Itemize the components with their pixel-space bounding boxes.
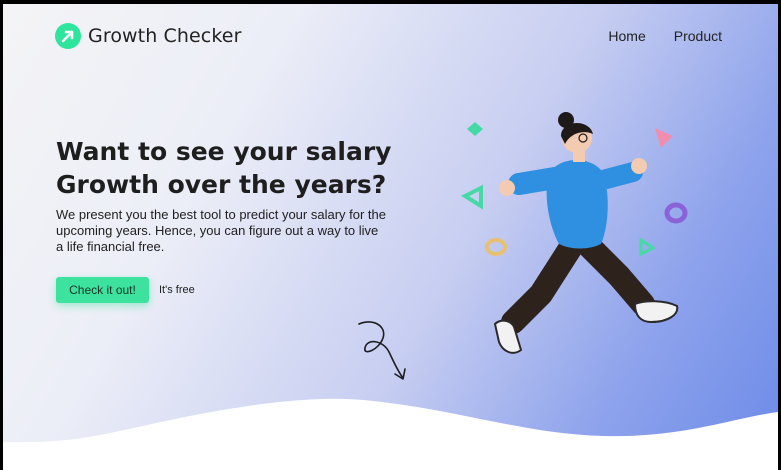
purple-ring-shape bbox=[664, 202, 688, 224]
bottom-wave bbox=[3, 398, 778, 470]
free-note: It's free bbox=[159, 284, 195, 296]
curly-arrow-icon bbox=[358, 321, 406, 380]
running-person-illustration bbox=[460, 112, 688, 354]
brand-name: Growth Checker bbox=[88, 25, 242, 47]
top-nav: Home Product bbox=[608, 28, 722, 44]
hero-title-line-1: Want to see your salary bbox=[56, 137, 392, 166]
gold-ring-shape bbox=[485, 238, 507, 256]
hero-title-line-2: Growth over the years? bbox=[56, 170, 387, 199]
landing-page: Growth Checker Home Product Want to see … bbox=[3, 4, 778, 470]
front-hand bbox=[631, 158, 647, 174]
front-shoe bbox=[633, 300, 679, 324]
front-leg bbox=[575, 232, 655, 316]
small-triangle-shape bbox=[639, 237, 656, 257]
pink-triangle-shape bbox=[655, 128, 673, 148]
front-arm bbox=[585, 162, 643, 192]
check-it-out-button[interactable]: Check it out! bbox=[56, 277, 149, 303]
diamond-shape bbox=[467, 122, 483, 136]
brand-logo[interactable]: Growth Checker bbox=[55, 23, 241, 49]
back-arm bbox=[508, 167, 566, 195]
green-triangle-shape bbox=[460, 184, 483, 210]
back-leg bbox=[501, 232, 585, 334]
arrow-up-right-icon bbox=[55, 23, 81, 49]
hero-title: Want to see your salary Growth over the … bbox=[56, 135, 396, 201]
hero-description: We present you the best tool to predict … bbox=[56, 207, 386, 254]
back-hand bbox=[499, 180, 515, 196]
hair-bun bbox=[558, 112, 574, 128]
nav-home-link[interactable]: Home bbox=[608, 28, 645, 44]
nav-product-link[interactable]: Product bbox=[674, 28, 722, 44]
